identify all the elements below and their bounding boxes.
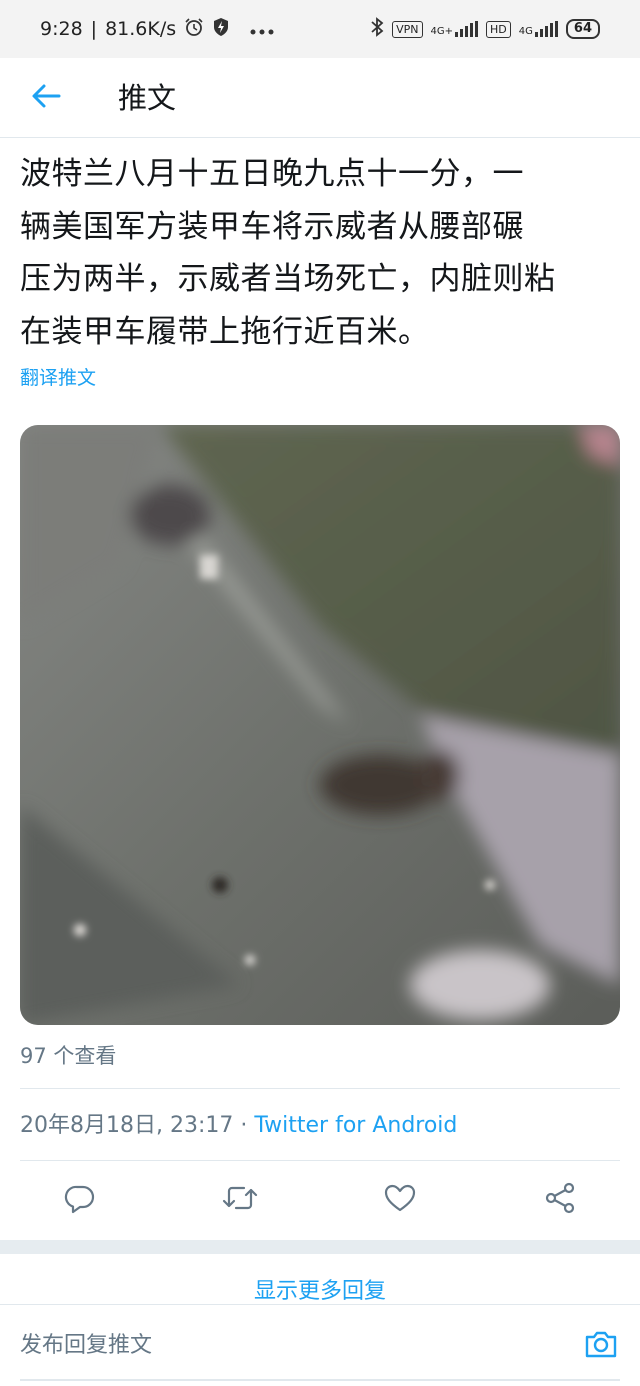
more-dots-icon — [250, 18, 274, 40]
page-title: 推文 — [118, 81, 177, 115]
tweet-text-line: 在装甲车履带上拖行近百米。 — [20, 313, 430, 350]
status-time: 9:28 — [40, 18, 83, 40]
tweet-meta: 20年8月18日, 23:17 · Twitter for Android — [20, 1109, 457, 1143]
like-button[interactable] — [380, 1180, 420, 1220]
video-frame-image — [20, 425, 620, 1025]
arrow-left-icon — [31, 83, 61, 113]
tweet-actions — [20, 1162, 620, 1238]
tweet-text-line: 辆美国军方装甲车将示威者从腰部碾 — [20, 208, 524, 245]
status-speed: 81.6K/s — [105, 18, 177, 40]
heart-icon — [384, 1183, 416, 1217]
camera-button[interactable] — [582, 1327, 620, 1365]
reply-input-underline — [20, 1379, 620, 1381]
reply-button[interactable] — [60, 1180, 100, 1220]
meta-separator: · — [233, 1113, 255, 1138]
app-header: 推文 — [0, 58, 640, 138]
tweet-text-line: 压为两半，示威者当场死亡，内脏则粘 — [20, 261, 556, 297]
vpn-badge: VPN — [392, 20, 423, 38]
reply-bubble-icon — [64, 1182, 96, 1218]
tweet-text: 波特兰八月十五日晚九点十一分，一 辆美国军方装甲车将示威者从腰部碾 压为两半，示… — [20, 148, 624, 358]
signal-icon: 4G — [519, 21, 558, 37]
section-separator — [0, 1240, 640, 1254]
tweet-date: 20年8月18日, 23:17 — [20, 1113, 234, 1138]
back-button[interactable] — [26, 78, 66, 118]
reply-composer-bar: 发布回复推文 — [0, 1304, 640, 1386]
battery-indicator: 64 — [565, 19, 600, 39]
tweet-text-line: 波特兰八月十五日晚九点十一分，一 — [20, 156, 524, 192]
share-button[interactable] — [540, 1180, 580, 1220]
divider — [20, 1160, 620, 1161]
reply-input[interactable]: 发布回复推文 — [20, 1327, 152, 1365]
signal-icon: 4G+ — [431, 21, 479, 37]
alarm-icon — [184, 17, 204, 42]
camera-icon — [584, 1329, 618, 1363]
hd-badge: HD — [486, 20, 511, 38]
view-count: 97 个查看 — [20, 1044, 117, 1068]
translate-tweet-link[interactable]: 翻译推文 — [20, 363, 96, 393]
tweet-source-link[interactable]: Twitter for Android — [254, 1113, 457, 1138]
retweet-button[interactable] — [220, 1180, 260, 1220]
share-icon — [544, 1182, 576, 1218]
status-bar: 9:28 | 81.6K/s VPN 4G+ HD 4G 64 — [0, 0, 640, 58]
shield-bolt-icon — [212, 17, 230, 42]
bluetooth-icon — [370, 16, 384, 42]
divider — [20, 1088, 620, 1089]
retweet-icon — [222, 1182, 258, 1218]
status-left: 9:28 | 81.6K/s — [40, 17, 274, 42]
tweet-media-video[interactable] — [20, 425, 620, 1025]
status-right: VPN 4G+ HD 4G 64 — [370, 16, 600, 42]
